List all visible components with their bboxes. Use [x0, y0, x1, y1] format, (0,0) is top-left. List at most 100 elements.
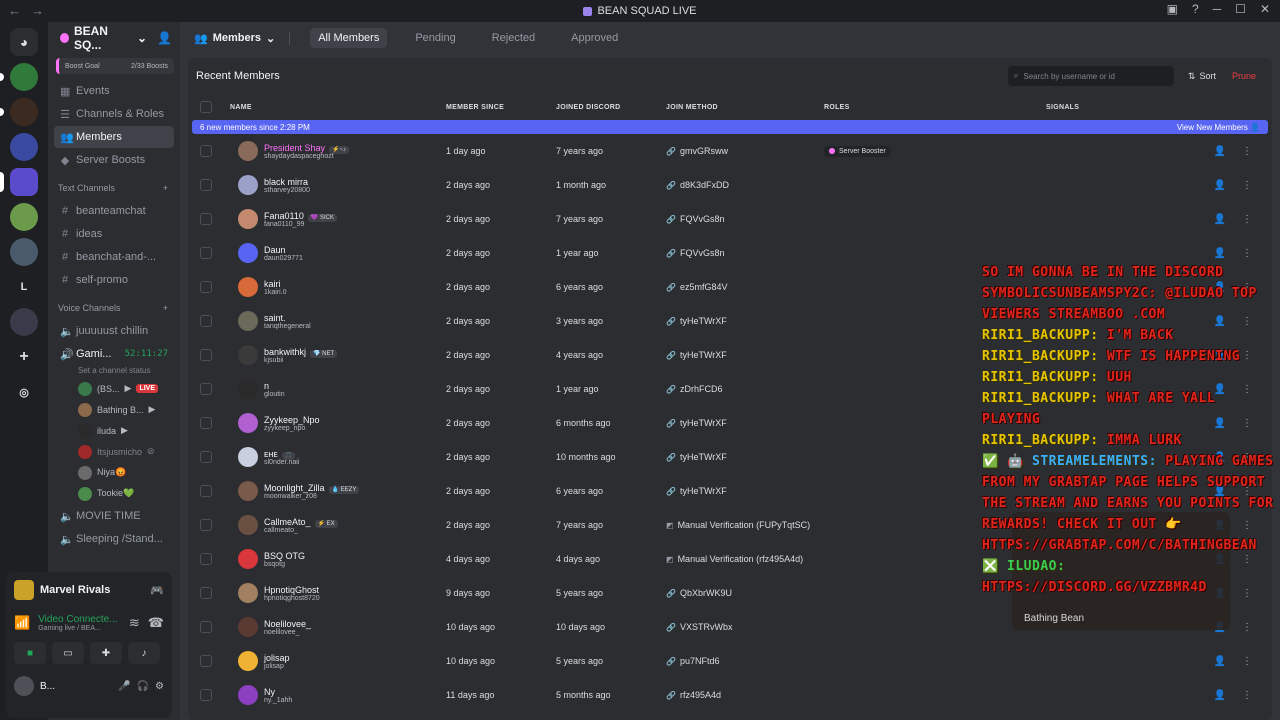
voice-channel-label[interactable]: Gaming live / BEA...: [38, 625, 117, 632]
row-checkbox[interactable]: [200, 145, 212, 157]
minimize-icon[interactable]: ─: [1213, 2, 1222, 16]
voice-channel-gaming[interactable]: 🔊 Gami... 52:11:27: [54, 343, 174, 365]
column-join-method[interactable]: JOIN METHOD: [666, 104, 824, 111]
headphones-icon[interactable]: 🎧: [137, 681, 149, 692]
voice-user[interactable]: Niya😡: [48, 462, 180, 483]
voice-channel-chillin[interactable]: 🔈 juuuuust chillin: [54, 320, 174, 342]
forward-arrow-icon[interactable]: →: [31, 3, 44, 18]
channel-self-promo[interactable]: # self-promo: [54, 269, 174, 291]
member-name-cell[interactable]: saint. tanqthegeneral: [224, 311, 446, 331]
tab-pending[interactable]: Pending: [407, 28, 463, 48]
add-channel-icon[interactable]: +: [163, 183, 168, 193]
discover-icon[interactable]: ◎: [10, 378, 38, 406]
row-checkbox[interactable]: [200, 621, 212, 633]
column-joined-discord[interactable]: JOINED DISCORD: [556, 104, 666, 111]
row-checkbox[interactable]: [200, 689, 212, 701]
table-row[interactable]: Fana0110 💜 SICK fana0110_99 2 days ago 7 yea…: [188, 202, 1272, 236]
member-name-cell[interactable]: Noelilovee_ noelilovee_: [224, 617, 446, 637]
row-checkbox[interactable]: [200, 281, 212, 293]
voice-channel-sleeping[interactable]: 🔈 Sleeping /Stand...: [54, 528, 174, 550]
member-name-cell[interactable]: Daun daun029771: [224, 243, 446, 263]
member-name-cell[interactable]: CallmeAto_ ⚡ EX callmeato_: [224, 515, 446, 535]
more-options-icon[interactable]: ⋮: [1242, 146, 1252, 157]
add-user-icon[interactable]: 👤: [157, 31, 172, 45]
game-activity[interactable]: Marvel Rivals 🎮: [6, 572, 172, 608]
noise-icon[interactable]: ≋: [129, 615, 140, 631]
server-icon[interactable]: [10, 308, 38, 336]
row-checkbox[interactable]: [200, 587, 212, 599]
row-checkbox[interactable]: [200, 553, 212, 565]
prune-button[interactable]: Prune: [1224, 66, 1264, 86]
microphone-icon[interactable]: 🎤: [118, 681, 130, 692]
boost-goal-bar[interactable]: Boost Goal 2/33 Boosts: [56, 58, 174, 74]
tab-rejected[interactable]: Rejected: [484, 28, 543, 48]
profile-icon[interactable]: 👤: [1214, 214, 1226, 225]
member-name-cell[interactable]: Zyykeep_Npo zyykeep_npo: [224, 413, 446, 433]
text-channels-category[interactable]: Text Channels +: [48, 177, 180, 199]
voice-user[interactable]: iluda ▶: [48, 420, 180, 441]
back-arrow-icon[interactable]: ←: [8, 3, 21, 18]
server-icon[interactable]: [10, 203, 38, 231]
voice-user[interactable]: (BS... ▶ LIVE: [48, 378, 180, 399]
tab-approved[interactable]: Approved: [563, 28, 626, 48]
server-icon[interactable]: [10, 238, 38, 266]
discord-home-icon[interactable]: ◕: [10, 28, 38, 56]
table-row[interactable]: black mirra stharvey20800 2 days ago 1 mont…: [188, 168, 1272, 202]
settings-gear-icon[interactable]: ⚙: [155, 681, 164, 692]
nav-server-boosts[interactable]: ◆ Server Boosts: [54, 149, 174, 171]
profile-icon[interactable]: 👤: [1214, 248, 1226, 259]
member-name-cell[interactable]: Ny ny._1ahh: [224, 685, 446, 705]
server-icon-l[interactable]: L: [10, 273, 38, 301]
row-checkbox[interactable]: [200, 451, 212, 463]
close-icon[interactable]: ✕: [1260, 2, 1270, 16]
row-checkbox[interactable]: [200, 213, 212, 225]
add-server-icon[interactable]: +: [10, 343, 38, 371]
table-row[interactable]: President Shay ⚡~♪ shaydaydaspaceghozt 1 da…: [188, 134, 1272, 168]
screen-share-button[interactable]: ▭: [52, 642, 84, 664]
member-name-cell[interactable]: bankwithkj 💎 NET kjsubii: [224, 345, 446, 365]
channel-ideas[interactable]: # ideas: [54, 223, 174, 245]
member-name-cell[interactable]: Moonlight_Zilla 💧 EEZY moonwalker_z08: [224, 481, 446, 501]
server-icon[interactable]: [0, 98, 38, 126]
column-member-since[interactable]: MEMBER SINCE: [446, 104, 556, 111]
server-icon[interactable]: [10, 133, 38, 161]
profile-icon[interactable]: 👤: [1214, 180, 1226, 191]
member-name-cell[interactable]: kairi 1kairi.0: [224, 277, 446, 297]
member-name-cell[interactable]: n gloutin: [224, 379, 446, 399]
member-name-cell[interactable]: Fana0110 💜 SICK fana0110_99: [224, 209, 446, 229]
row-checkbox[interactable]: [200, 179, 212, 191]
member-name-cell[interactable]: jolisap jolisap: [224, 651, 446, 671]
server-header[interactable]: BEAN SQ... ⌄ 👤: [48, 22, 180, 54]
row-checkbox[interactable]: [200, 383, 212, 395]
role-badge[interactable]: Server Booster: [824, 145, 891, 157]
server-icon[interactable]: [0, 63, 38, 91]
profile-icon[interactable]: 👤: [1214, 146, 1226, 157]
channel-beanteamchat[interactable]: # beanteamchat: [54, 200, 174, 222]
nav-channels-roles[interactable]: ☰ Channels & Roles: [54, 103, 174, 125]
new-members-banner[interactable]: 6 new members since 2:28 PM View New Mem…: [192, 120, 1268, 134]
nav-events[interactable]: ▦ Events: [54, 80, 174, 102]
row-checkbox[interactable]: [200, 655, 212, 667]
member-name-cell[interactable]: BSQ OTG bsqotg: [224, 549, 446, 569]
voice-user[interactable]: Tookie💚: [48, 483, 180, 504]
voice-channel-movie[interactable]: 🔈 MOVIE TIME: [54, 505, 174, 527]
tab-all-members[interactable]: All Members: [310, 28, 388, 48]
disconnect-icon[interactable]: ☎: [148, 615, 164, 631]
row-checkbox[interactable]: [200, 247, 212, 259]
soundboard-button[interactable]: ♪: [128, 642, 160, 664]
view-new-members-button[interactable]: View New Members 👤: [1177, 123, 1260, 132]
more-options-icon[interactable]: ⋮: [1242, 214, 1252, 225]
row-checkbox[interactable]: [200, 417, 212, 429]
member-name-cell[interactable]: black mirra stharvey20800: [224, 175, 446, 195]
select-all-checkbox[interactable]: [200, 101, 212, 113]
voice-channels-category[interactable]: Voice Channels +: [48, 297, 180, 319]
help-icon[interactable]: ?: [1192, 2, 1199, 16]
activities-button[interactable]: ✚: [90, 642, 122, 664]
member-name-cell[interactable]: President Shay ⚡~♪ shaydaydaspaceghozt: [224, 141, 446, 161]
column-signals[interactable]: SIGNALS: [1046, 104, 1146, 111]
nav-members[interactable]: 👥 Members: [54, 126, 174, 148]
row-checkbox[interactable]: [200, 485, 212, 497]
row-checkbox[interactable]: [200, 349, 212, 361]
row-checkbox[interactable]: [200, 315, 212, 327]
voice-user[interactable]: Itsjusmicho ⊘: [48, 441, 180, 462]
